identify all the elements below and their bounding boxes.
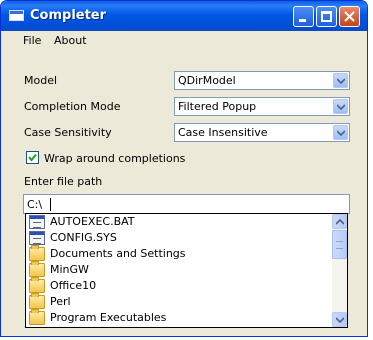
case-sensitivity-value: Case Insensitive bbox=[178, 126, 268, 139]
completion-popup[interactable]: AUTOEXEC.BAT CONFIG.SYS Documents and Se… bbox=[25, 213, 348, 328]
folder-icon bbox=[29, 309, 45, 325]
wrap-around-label[interactable]: Wrap around completions bbox=[44, 152, 185, 165]
chevron-down-icon[interactable] bbox=[333, 73, 348, 88]
scroll-thumb[interactable] bbox=[332, 230, 347, 259]
chevron-down-icon[interactable] bbox=[333, 125, 348, 140]
window-icon bbox=[9, 10, 24, 21]
folder-icon bbox=[29, 245, 45, 261]
file-path-input[interactable]: C:\ bbox=[23, 194, 350, 214]
list-item[interactable]: Documents and Settings bbox=[29, 245, 329, 262]
text-caret bbox=[50, 198, 51, 211]
list-item[interactable]: CONFIG.SYS bbox=[29, 230, 329, 246]
file-path-label: Enter file path bbox=[24, 175, 103, 188]
folder-icon bbox=[29, 277, 45, 293]
completion-mode-combo[interactable]: Filtered Popup bbox=[174, 97, 350, 116]
file-icon bbox=[29, 231, 45, 245]
file-icon bbox=[29, 215, 45, 229]
model-combo[interactable]: QDirModel bbox=[174, 71, 350, 90]
folder-icon bbox=[29, 261, 45, 277]
case-sensitivity-label: Case Sensitivity bbox=[24, 126, 112, 139]
list-item[interactable]: Office10 bbox=[29, 277, 329, 294]
checkmark-icon bbox=[28, 153, 37, 162]
folder-icon bbox=[29, 293, 45, 309]
menu-file[interactable]: File bbox=[23, 34, 41, 47]
chevron-down-icon bbox=[336, 317, 344, 323]
chevron-down-icon[interactable] bbox=[333, 99, 348, 114]
close-button[interactable] bbox=[339, 6, 360, 27]
chevron-up-icon bbox=[336, 219, 344, 225]
window-title: Completer bbox=[30, 8, 107, 23]
list-item[interactable]: MinGW bbox=[29, 261, 329, 278]
list-item[interactable]: Perl bbox=[29, 293, 329, 310]
minimize-button[interactable] bbox=[293, 6, 314, 27]
completion-mode-label: Completion Mode bbox=[24, 100, 121, 113]
completer-window: Completer File About Model QDirModel Com… bbox=[0, 0, 368, 337]
menu-about[interactable]: About bbox=[54, 34, 87, 47]
wrap-around-checkbox[interactable] bbox=[26, 151, 39, 164]
completion-mode-value: Filtered Popup bbox=[178, 100, 257, 113]
list-item[interactable]: Program Executables bbox=[29, 309, 329, 326]
list-item[interactable]: AUTOEXEC.BAT bbox=[29, 214, 329, 230]
case-sensitivity-combo[interactable]: Case Insensitive bbox=[174, 123, 350, 142]
file-path-value: C:\ bbox=[27, 198, 43, 211]
close-icon bbox=[344, 11, 355, 22]
title-bar[interactable]: Completer bbox=[1, 1, 367, 31]
scroll-up-button[interactable] bbox=[332, 214, 347, 229]
maximize-button[interactable] bbox=[316, 6, 337, 27]
scroll-down-button[interactable] bbox=[332, 312, 347, 327]
menu-bar: File About bbox=[1, 31, 367, 50]
popup-scrollbar[interactable] bbox=[332, 214, 347, 327]
model-value: QDirModel bbox=[178, 74, 236, 87]
model-label: Model bbox=[24, 74, 58, 87]
